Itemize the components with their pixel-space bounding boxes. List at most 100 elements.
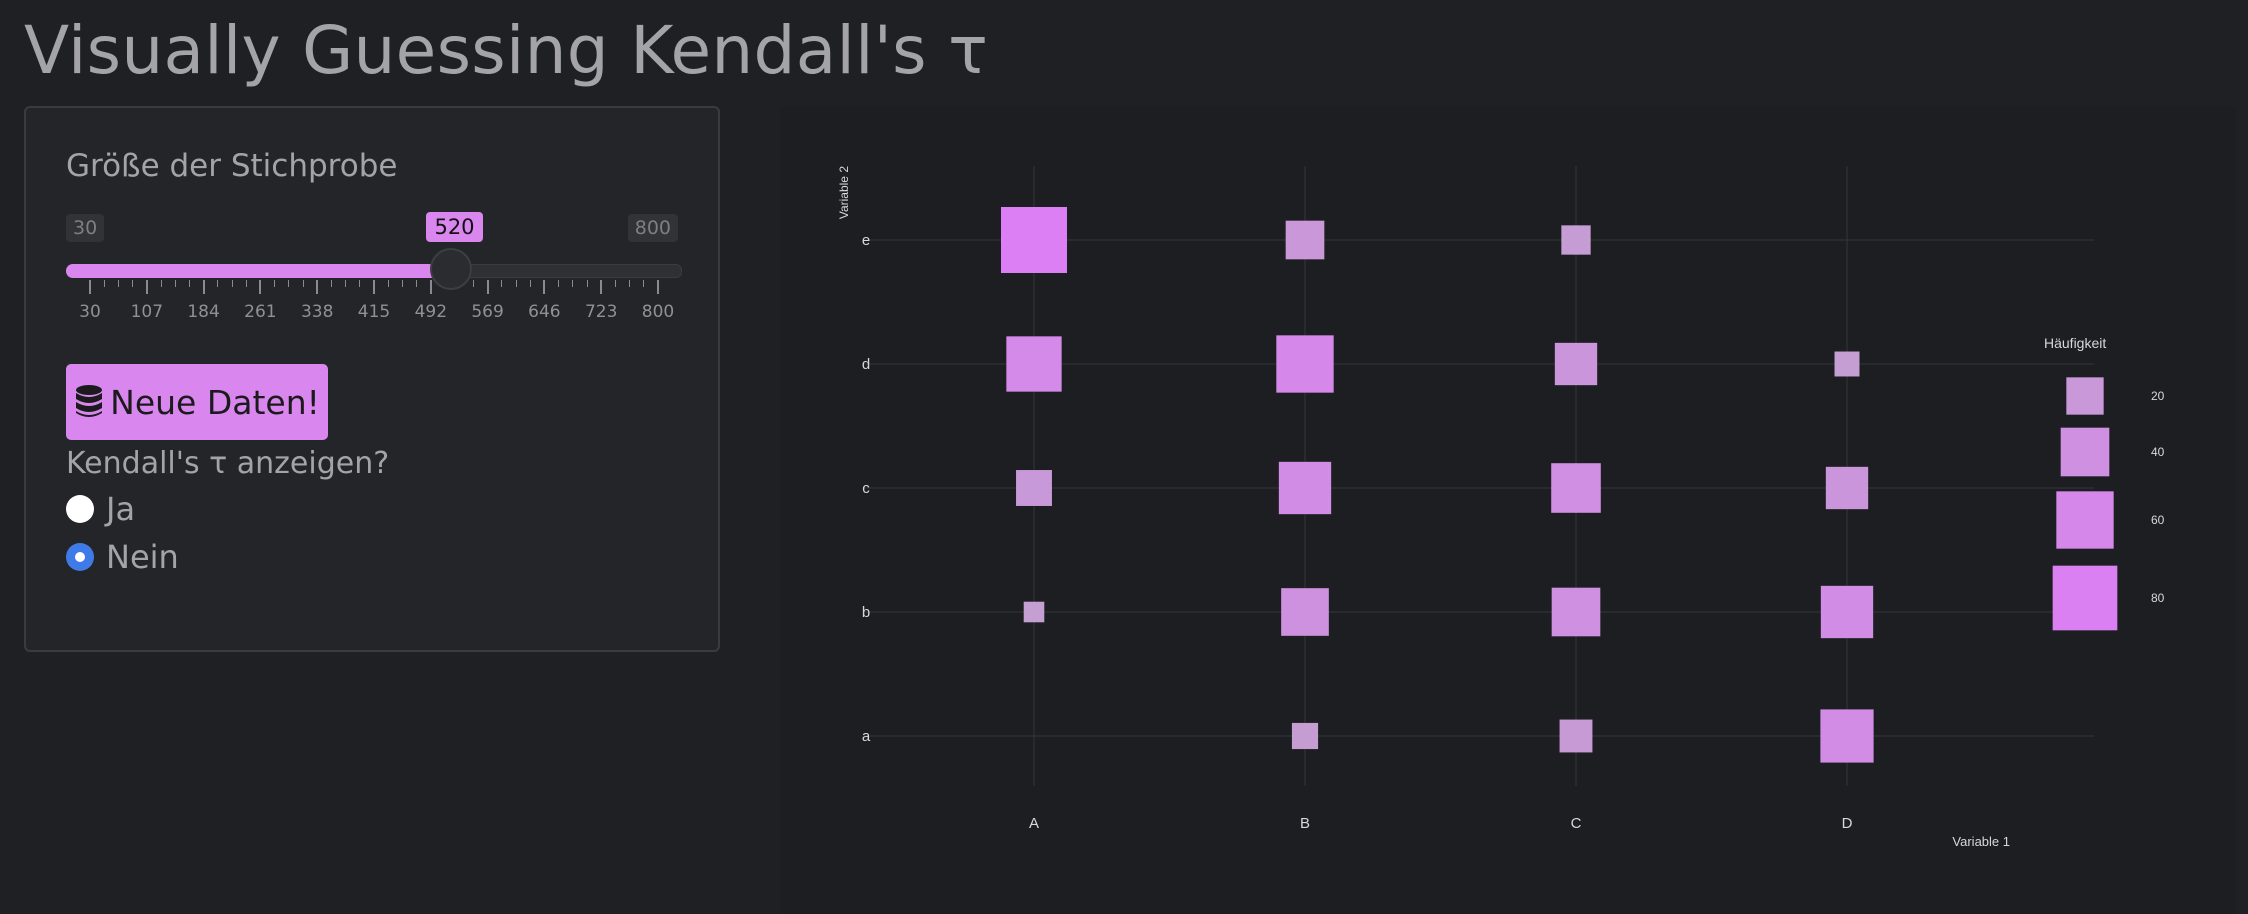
y-tick-label: e <box>862 232 870 249</box>
database-icon <box>76 385 103 417</box>
slider-minor-tick <box>288 280 290 287</box>
radio-option-nein[interactable]: Nein <box>66 538 179 576</box>
slider-minor-tick <box>274 280 276 287</box>
x-tick-label: C <box>1571 815 1582 832</box>
legend-label: 40 <box>2151 445 2165 459</box>
slider-minor-tick <box>629 280 631 287</box>
slider-tick-label: 415 <box>357 302 391 322</box>
x-tick-label: D <box>1842 815 1853 832</box>
point-C-c <box>1551 463 1601 513</box>
slider-value-label: 520 <box>426 212 483 242</box>
slider-tick <box>259 280 262 294</box>
legend-label: 60 <box>2151 513 2165 527</box>
slider-tick <box>600 280 603 294</box>
x-axis-title: Variable 1 <box>1952 834 2010 849</box>
point-A-e <box>1001 207 1067 273</box>
point-B-d <box>1276 335 1334 393</box>
frequency-plot: A B C Da b c d e Variable 1 Variable 2 Häufigkeit… <box>837 166 2165 849</box>
point-B-a <box>1291 722 1319 750</box>
slider-minor-tick <box>217 280 219 287</box>
slider-tick <box>657 280 659 294</box>
slider-tick-label: 30 <box>79 302 101 322</box>
slider-track-fill <box>66 264 452 278</box>
x-tick-label: A <box>1029 815 1039 832</box>
slider-minor-tick <box>586 280 588 287</box>
slider-tick-label: 184 <box>187 302 220 322</box>
legend-label: 80 <box>2151 591 2165 605</box>
slider-max-label: 800 <box>627 214 678 242</box>
y-axis-title: Variable 2 <box>837 166 851 219</box>
legend-key <box>2052 565 2118 631</box>
slider-minor-tick <box>387 280 389 287</box>
slider-minor-tick <box>614 280 616 287</box>
point-A-b <box>1023 601 1045 623</box>
x-tick-label: B <box>1300 815 1310 832</box>
slider-handle[interactable] <box>430 248 473 290</box>
slider-minor-tick <box>330 280 332 287</box>
point-C-e <box>1561 225 1591 255</box>
radio-option-ja[interactable]: Ja <box>66 490 135 528</box>
point-B-b <box>1281 588 1329 636</box>
point-D-a <box>1820 709 1874 763</box>
slider-minor-tick <box>529 280 531 287</box>
slider-minor-tick <box>643 280 645 287</box>
slider-tick <box>373 280 375 294</box>
plot-panel: A B C Da b c d e Variable 1 Variable 2 Häufigkeit… <box>780 106 2236 914</box>
slider-minor-tick <box>401 280 403 287</box>
point-B-c <box>1278 461 1332 515</box>
slider-minor-tick <box>416 280 418 287</box>
point-A-c <box>1016 470 1052 506</box>
new-data-button[interactable]: Neue Daten! <box>66 364 328 440</box>
slider-tick-label: 261 <box>244 302 277 322</box>
y-tick-label: c <box>862 480 870 497</box>
slider-tick-label: 646 <box>528 302 561 322</box>
plot-marks <box>1001 207 1874 763</box>
point-D-c <box>1825 466 1869 510</box>
slider-tick-label: 800 <box>641 302 675 322</box>
slider-tick <box>145 280 148 294</box>
slider-min-label: 30 <box>66 214 105 242</box>
radio-button-nein[interactable] <box>66 543 94 571</box>
slider-tick <box>429 280 432 294</box>
slider-tick <box>486 280 489 294</box>
y-tick-label: b <box>862 604 870 621</box>
sidebar-panel: Größe der Stichprobe 30 800 520 30 107 184… <box>24 106 720 652</box>
slider-tick-label: 107 <box>130 302 164 322</box>
plot-legend: Häufigkeit 20 40 60 80 <box>2044 335 2165 631</box>
slider-tick <box>543 280 546 294</box>
point-C-d <box>1554 342 1598 386</box>
slider-minor-tick <box>359 280 361 287</box>
point-C-a <box>1559 719 1593 753</box>
point-B-e <box>1285 220 1325 260</box>
slider-minor-tick <box>515 280 517 287</box>
new-data-label: Neue Daten! <box>110 382 320 422</box>
slider-tick-label: 338 <box>300 302 334 322</box>
slider-minor-tick <box>501 280 503 287</box>
slider-tick <box>202 280 205 294</box>
radio-button-ja[interactable] <box>66 495 94 523</box>
slider-minor-tick <box>302 280 304 287</box>
point-D-b <box>1820 585 1874 639</box>
slider-minor-tick <box>103 280 105 287</box>
legend-key <box>2066 377 2104 415</box>
radio-label-nein: Nein <box>106 538 179 576</box>
radio-label-ja: Ja <box>106 490 136 528</box>
point-A-d <box>1006 336 1062 392</box>
slider-minor-tick <box>160 280 162 287</box>
slider-tick <box>316 280 319 294</box>
slider-tick-label: 492 <box>414 302 448 322</box>
sample-size-label: Größe der Stichprobe <box>66 148 398 184</box>
legend-label: 20 <box>2151 389 2165 403</box>
radio-selected-dot <box>75 552 85 562</box>
legend-key <box>2060 427 2110 477</box>
slider-minor-tick <box>188 280 190 287</box>
y-tick-label: d <box>862 356 870 373</box>
slider-minor-tick <box>345 280 347 287</box>
point-C-b <box>1551 587 1601 637</box>
slider-minor-tick <box>174 280 176 287</box>
page-title: Visually Guessing Kendall's τ <box>24 12 989 89</box>
legend-title: Häufigkeit <box>2044 335 2106 351</box>
slider-minor-tick <box>132 280 134 287</box>
slider-tick-label: 569 <box>471 302 504 322</box>
show-tau-question: Kendall's τ anzeigen? <box>66 446 390 481</box>
